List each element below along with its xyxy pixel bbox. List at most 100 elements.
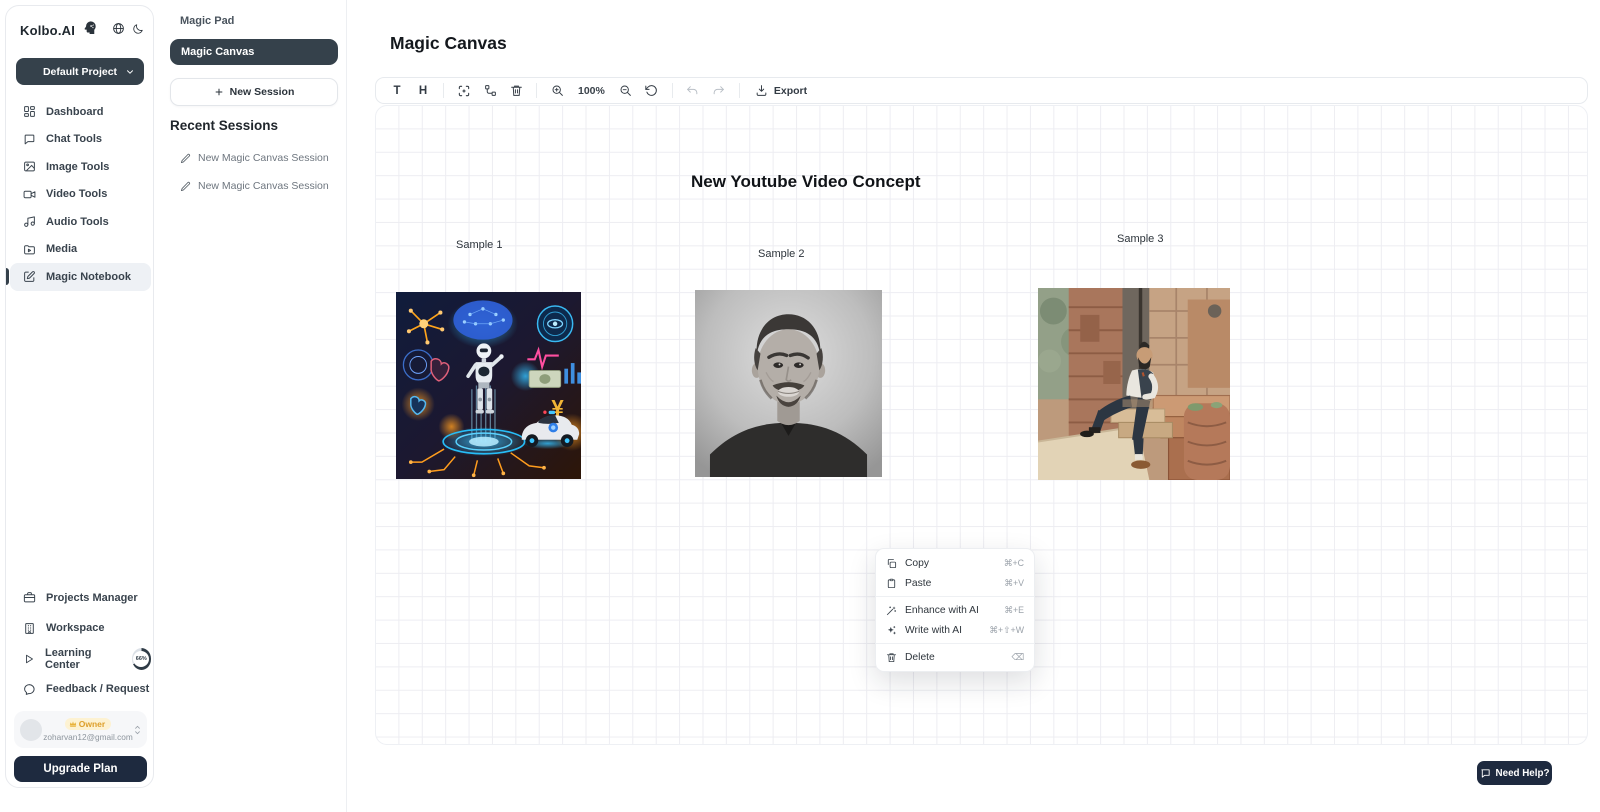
sidebar-item-label: Dashboard xyxy=(46,106,103,118)
tab-magic-canvas[interactable]: Magic Canvas xyxy=(170,39,338,65)
menu-item-label: Delete xyxy=(905,652,935,663)
recent-session-item[interactable]: New Magic Canvas Session xyxy=(180,152,340,164)
context-menu-paste[interactable]: Paste ⌘+V xyxy=(876,573,1034,593)
recent-session-item[interactable]: New Magic Canvas Session xyxy=(180,180,340,192)
new-session-button[interactable]: New Session xyxy=(170,78,338,106)
menu-item-label: Paste xyxy=(905,578,931,589)
zoom-out-button[interactable] xyxy=(615,80,637,101)
undo-icon xyxy=(686,84,699,97)
reset-view-button[interactable] xyxy=(641,80,663,101)
canvas-toolbar: T H 100% Export xyxy=(375,77,1588,104)
toolbar-divider xyxy=(739,83,740,98)
context-menu-enhance-with-ai[interactable]: Enhance with AI ⌘+E xyxy=(876,600,1034,620)
sidebar-item-projects-manager[interactable]: Projects Manager xyxy=(10,583,151,612)
sample-3-image-ruins[interactable] xyxy=(1038,288,1230,480)
heading-tool-button[interactable]: H xyxy=(412,80,434,101)
sidebar-item-image-tools[interactable]: Image Tools xyxy=(10,153,151,181)
sidebar-item-dashboard[interactable]: Dashboard xyxy=(10,98,151,126)
sample-1-image-ai-concept[interactable]: ¥ xyxy=(396,292,581,479)
chat-icon xyxy=(23,133,36,146)
export-label: Export xyxy=(774,85,807,97)
audio-icon xyxy=(23,215,36,228)
menu-item-shortcut: ⌘+V xyxy=(1004,578,1024,589)
canvas-heading-text[interactable]: New Youtube Video Concept xyxy=(691,172,921,192)
sidebar-item-video-tools[interactable]: Video Tools xyxy=(10,181,151,209)
menu-item-shortcut: ⌘+C xyxy=(1004,558,1024,569)
sidebar-item-label: Projects Manager xyxy=(46,592,138,604)
menu-item-label: Copy xyxy=(905,558,929,569)
sidebar-item-media[interactable]: Media xyxy=(10,236,151,264)
feedback-bubble-icon xyxy=(23,683,36,696)
sidebar-item-label: Video Tools xyxy=(46,188,107,200)
dark-mode-moon-icon[interactable] xyxy=(132,22,144,40)
avatar xyxy=(20,719,42,741)
upgrade-plan-label: Upgrade Plan xyxy=(43,763,117,775)
session-label: New Magic Canvas Session xyxy=(198,180,329,192)
sidebar-item-chat-tools[interactable]: Chat Tools xyxy=(10,126,151,154)
ai-select-icon xyxy=(457,84,471,98)
context-menu: Copy ⌘+C Paste ⌘+V Enhance with AI ⌘+E W… xyxy=(875,548,1035,672)
delete-tool-button[interactable] xyxy=(505,80,527,101)
session-panel: Magic Pad Magic Canvas New Session Recen… xyxy=(155,0,347,812)
download-icon xyxy=(755,84,768,97)
recent-sessions-title: Recent Sessions xyxy=(170,118,278,133)
brand-logo: Kolbo.AI xyxy=(20,20,142,41)
trash-icon xyxy=(510,84,523,97)
copy-icon xyxy=(886,558,897,569)
plus-icon xyxy=(214,87,224,97)
user-email: zoharvan12@gmail.com xyxy=(43,732,133,742)
ai-select-button[interactable] xyxy=(453,80,475,101)
magic-notebook-icon xyxy=(23,270,36,283)
new-session-label: New Session xyxy=(230,86,295,98)
sidebar-item-label: Chat Tools xyxy=(46,133,102,145)
media-folder-icon xyxy=(23,243,36,256)
connector-tool-button[interactable] xyxy=(479,80,501,101)
sidebar-footer-nav: Projects Manager Workspace Learning Cent… xyxy=(10,583,151,705)
brand-head-icon xyxy=(82,20,98,41)
tab-magic-pad[interactable]: Magic Pad xyxy=(180,15,234,27)
toolbar-divider xyxy=(672,83,673,98)
play-icon xyxy=(23,653,35,665)
sidebar-item-label: Audio Tools xyxy=(46,216,109,228)
sidebar: Kolbo.AI Default Project Dashboard Chat … xyxy=(5,5,154,788)
sidebar-item-label: Learning Center xyxy=(45,647,120,671)
sample-1-label[interactable]: Sample 1 xyxy=(456,239,502,251)
menu-divider xyxy=(876,596,1034,597)
zoom-in-button[interactable] xyxy=(546,80,568,101)
sidebar-nav: Dashboard Chat Tools Image Tools Video T… xyxy=(10,98,151,291)
menu-item-shortcut: ⌫ xyxy=(1012,652,1024,663)
menu-divider xyxy=(876,643,1034,644)
toolbar-divider xyxy=(536,83,537,98)
active-indicator xyxy=(6,268,9,285)
project-selector[interactable]: Default Project xyxy=(16,58,144,85)
sample-3-label[interactable]: Sample 3 xyxy=(1117,233,1163,245)
sidebar-item-label: Feedback / Request xyxy=(46,683,149,695)
sidebar-item-workspace[interactable]: Workspace xyxy=(10,614,151,643)
undo-button[interactable] xyxy=(682,80,704,101)
need-help-button[interactable]: Need Help? xyxy=(1477,761,1552,785)
sidebar-item-feedback-request[interactable]: Feedback / Request xyxy=(10,675,151,704)
sidebar-item-label: Media xyxy=(46,243,77,255)
context-menu-delete[interactable]: Delete ⌫ xyxy=(876,647,1034,667)
project-selector-label: Default Project xyxy=(43,66,117,78)
owner-badge: Owner xyxy=(65,718,111,730)
export-button[interactable]: Export xyxy=(749,84,813,97)
language-globe-icon[interactable] xyxy=(112,22,125,40)
upgrade-plan-button[interactable]: Upgrade Plan xyxy=(14,756,147,782)
page: Kolbo.AI Default Project Dashboard Chat … xyxy=(0,0,1600,812)
paste-icon xyxy=(886,578,897,589)
sidebar-item-audio-tools[interactable]: Audio Tools xyxy=(10,208,151,236)
sample-2-image-portrait[interactable] xyxy=(695,290,882,477)
text-tool-button[interactable]: T xyxy=(386,80,408,101)
user-account-card[interactable]: Owner zoharvan12@gmail.com xyxy=(14,711,147,748)
redo-button[interactable] xyxy=(708,80,730,101)
sidebar-item-learning-center[interactable]: Learning Center 66% xyxy=(10,644,151,673)
owner-badge-label: Owner xyxy=(79,719,105,729)
context-menu-copy[interactable]: Copy ⌘+C xyxy=(876,553,1034,573)
sample-2-label[interactable]: Sample 2 xyxy=(758,248,804,260)
briefcase-icon xyxy=(23,591,36,604)
zoom-out-icon xyxy=(619,84,632,97)
chevron-down-icon xyxy=(125,67,135,77)
context-menu-write-with-ai[interactable]: Write with AI ⌘+⇧+W xyxy=(876,620,1034,640)
sidebar-item-magic-notebook[interactable]: Magic Notebook xyxy=(10,263,151,291)
